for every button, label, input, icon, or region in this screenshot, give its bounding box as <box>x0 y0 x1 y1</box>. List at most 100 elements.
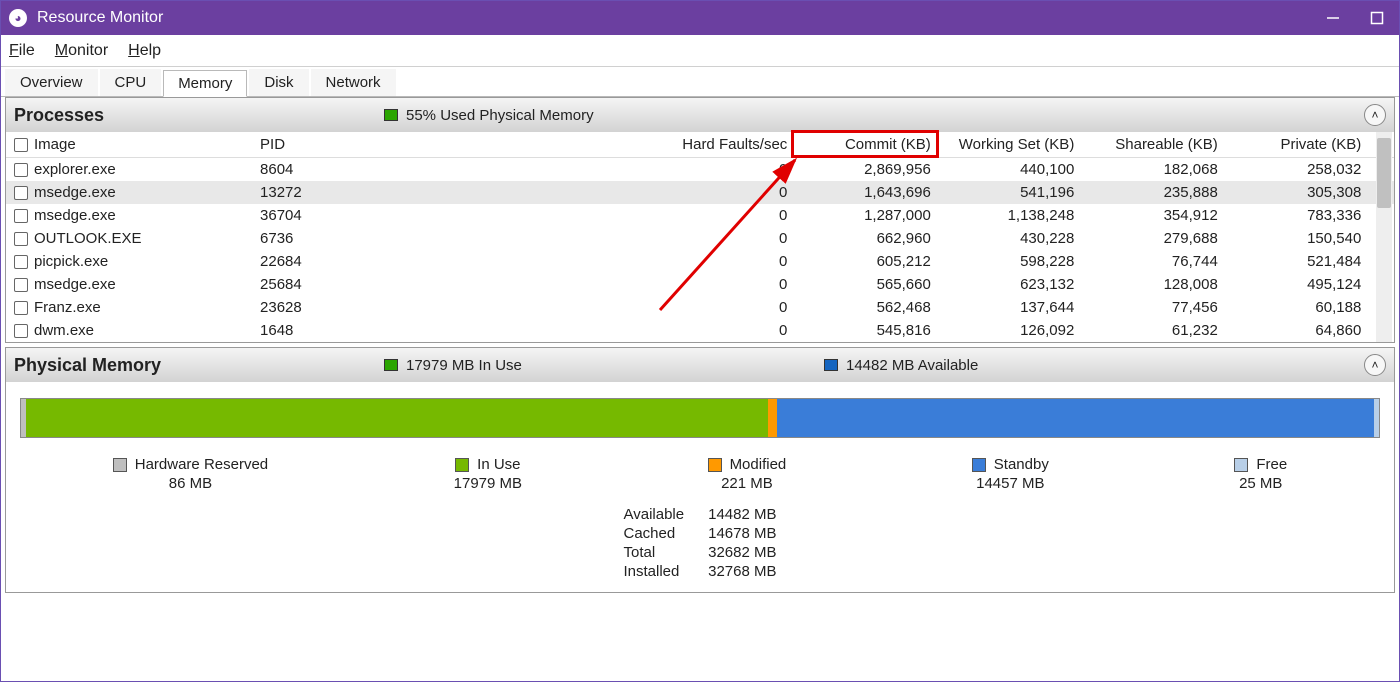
processes-title: Processes <box>14 105 384 126</box>
row-checkbox[interactable] <box>14 186 28 200</box>
processes-table: Image PID Hard Faults/sec Commit (KB) Wo… <box>6 132 1394 342</box>
processes-body: Image PID Hard Faults/sec Commit (KB) Wo… <box>6 132 1394 342</box>
tab-overview[interactable]: Overview <box>5 69 98 96</box>
chevron-up-icon: ˄ <box>1371 358 1378 372</box>
memory-legend: Hardware Reserved 86 MB In Use 17979 MB … <box>20 456 1380 492</box>
available-text: 14482 MB Available <box>846 357 978 374</box>
maximize-button[interactable] <box>1369 10 1385 26</box>
legend-label: Free <box>1256 456 1287 473</box>
summary-label: Available <box>624 506 685 523</box>
col-hard-faults[interactable]: Hard Faults/sec <box>621 132 795 158</box>
summary-label: Total <box>624 544 685 561</box>
minimize-button[interactable] <box>1325 10 1341 26</box>
table-row[interactable]: explorer.exe860402,869,956440,100182,068… <box>6 158 1394 182</box>
table-row[interactable]: msedge.exe256840565,660623,132128,008495… <box>6 273 1394 296</box>
table-row[interactable]: Franz.exe236280562,468137,64477,45660,18… <box>6 296 1394 319</box>
table-row[interactable]: msedge.exe1327201,643,696541,196235,8883… <box>6 181 1394 204</box>
legend-value: 17979 MB <box>454 475 522 492</box>
memory-bar-segment-standby <box>777 399 1373 437</box>
physical-memory-title: Physical Memory <box>14 355 384 376</box>
row-checkbox[interactable] <box>14 255 28 269</box>
legend-free: Free 25 MB <box>1234 456 1287 492</box>
col-spacer <box>416 132 621 158</box>
legend-label: Hardware Reserved <box>135 456 268 473</box>
tab-network[interactable]: Network <box>311 69 396 96</box>
summary-value: 14678 MB <box>708 525 776 542</box>
in-use-text: 17979 MB In Use <box>406 357 522 374</box>
memory-usage-chip-icon <box>384 109 398 121</box>
col-private[interactable]: Private (KB) <box>1226 132 1370 158</box>
legend-label: In Use <box>477 456 520 473</box>
legend-value: 221 MB <box>721 475 773 492</box>
legend-label: Modified <box>730 456 787 473</box>
col-working-set[interactable]: Working Set (KB) <box>939 132 1083 158</box>
in-use-chip-icon <box>384 359 398 371</box>
memory-summary: Available 14482 MB Cached 14678 MB Total 32… <box>20 506 1380 580</box>
summary-value: 32682 MB <box>708 544 776 561</box>
physical-memory-body: Hardware Reserved 86 MB In Use 17979 MB … <box>6 382 1394 592</box>
table-row[interactable]: picpick.exe226840605,212598,22876,744521… <box>6 250 1394 273</box>
window-controls <box>1325 10 1391 26</box>
memory-bar-segment-modified <box>768 399 777 437</box>
swatch-in-use <box>455 458 469 472</box>
tab-cpu[interactable]: CPU <box>100 69 162 96</box>
swatch-modified <box>708 458 722 472</box>
summary-label: Cached <box>624 525 685 542</box>
legend-value: 86 MB <box>169 475 212 492</box>
menu-monitor[interactable]: Monitor <box>55 42 108 60</box>
swatch-standby <box>972 458 986 472</box>
table-row[interactable]: dwm.exe16480545,816126,09261,23264,860 <box>6 319 1394 342</box>
processes-scrollbar[interactable] <box>1376 132 1392 342</box>
legend-value: 25 MB <box>1239 475 1282 492</box>
summary-label: Installed <box>624 563 685 580</box>
memory-bar-segment-in-use <box>26 399 768 437</box>
swatch-free <box>1234 458 1248 472</box>
processes-table-scroll: Image PID Hard Faults/sec Commit (KB) Wo… <box>6 132 1394 342</box>
col-shareable[interactable]: Shareable (KB) <box>1082 132 1226 158</box>
select-all-checkbox[interactable] <box>14 138 28 152</box>
physical-memory-panel: Physical Memory 17979 MB In Use 14482 MB… <box>5 347 1395 593</box>
collapse-physical-memory-button[interactable]: ˄ <box>1364 354 1386 376</box>
processes-subtitle-group: 55% Used Physical Memory <box>384 107 594 124</box>
app-icon: ◕ <box>9 9 27 27</box>
legend-value: 14457 MB <box>976 475 1044 492</box>
collapse-processes-button[interactable]: ˄ <box>1364 104 1386 126</box>
row-checkbox[interactable] <box>14 324 28 338</box>
row-checkbox[interactable] <box>14 278 28 292</box>
col-image-label: Image <box>34 136 76 153</box>
menu-file[interactable]: File <box>9 42 35 60</box>
in-use-group: 17979 MB In Use <box>384 357 824 374</box>
tab-memory[interactable]: Memory <box>163 70 247 97</box>
scrollbar-thumb[interactable] <box>1377 138 1391 208</box>
col-commit[interactable]: Commit (KB) <box>795 132 939 158</box>
row-checkbox[interactable] <box>14 209 28 223</box>
menubar: File Monitor Help <box>1 35 1399 67</box>
memory-usage-bar <box>20 398 1380 438</box>
titlebar: ◕ Resource Monitor <box>1 1 1399 35</box>
physical-memory-header[interactable]: Physical Memory 17979 MB In Use 14482 MB… <box>6 348 1394 382</box>
row-checkbox[interactable] <box>14 163 28 177</box>
legend-standby: Standby 14457 MB <box>972 456 1049 492</box>
available-group: 14482 MB Available <box>824 357 978 374</box>
table-row[interactable]: OUTLOOK.EXE67360662,960430,228279,688150… <box>6 227 1394 250</box>
col-image[interactable]: Image <box>6 132 252 158</box>
table-header-row: Image PID Hard Faults/sec Commit (KB) Wo… <box>6 132 1394 158</box>
summary-value: 14482 MB <box>708 506 776 523</box>
row-checkbox[interactable] <box>14 301 28 315</box>
row-checkbox[interactable] <box>14 232 28 246</box>
available-chip-icon <box>824 359 838 371</box>
chevron-up-icon: ˄ <box>1371 108 1378 122</box>
processes-header[interactable]: Processes 55% Used Physical Memory ˄ <box>6 98 1394 132</box>
menu-help[interactable]: Help <box>128 42 161 60</box>
window-title: Resource Monitor <box>37 9 1325 27</box>
swatch-hardware-reserved <box>113 458 127 472</box>
processes-panel: Processes 55% Used Physical Memory ˄ <box>5 97 1395 343</box>
legend-label: Standby <box>994 456 1049 473</box>
memory-bar-segment-free <box>1374 399 1379 437</box>
processes-subtitle: 55% Used Physical Memory <box>406 107 594 124</box>
summary-value: 32768 MB <box>708 563 776 580</box>
legend-modified: Modified 221 MB <box>708 456 787 492</box>
table-row[interactable]: msedge.exe3670401,287,0001,138,248354,91… <box>6 204 1394 227</box>
tab-disk[interactable]: Disk <box>249 69 308 96</box>
col-pid[interactable]: PID <box>252 132 416 158</box>
